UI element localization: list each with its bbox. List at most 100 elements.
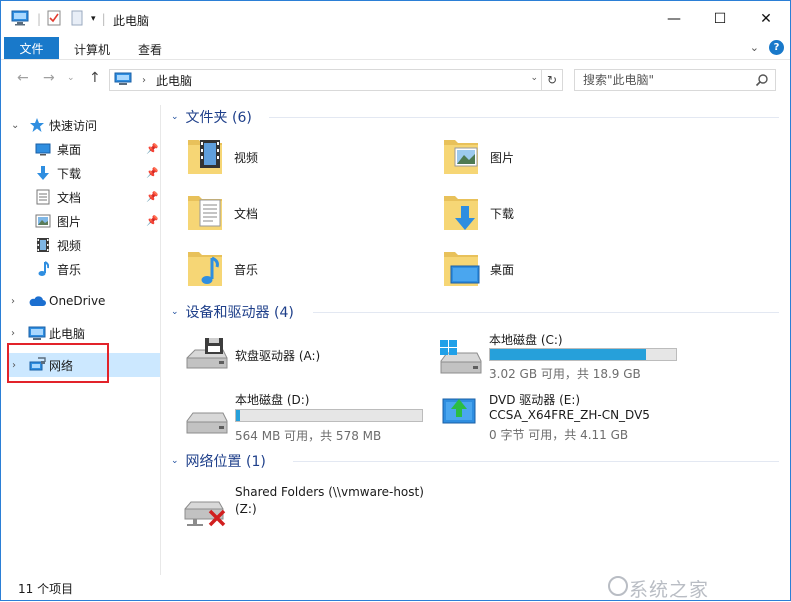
customize-dropdown-icon[interactable]: ▾ — [91, 14, 96, 24]
collapse-arrow-icon[interactable]: ⌄ — [171, 456, 179, 466]
sidebar-item-documents[interactable]: 文档 📌 — [1, 185, 160, 209]
drive-tile-floppy[interactable]: 软盘驱动器 (A:) — [183, 333, 423, 377]
group-divider — [293, 461, 779, 462]
folder-name: 桌面 — [490, 262, 515, 277]
folder-tile-downloads[interactable]: 下载 — [441, 193, 681, 233]
folder-tile-documents[interactable]: 文档 — [185, 193, 425, 233]
downloads-folder-icon — [441, 190, 481, 237]
window-title: 此电脑 — [113, 14, 150, 28]
pictures-folder-icon — [441, 134, 481, 181]
desktop-folder-icon — [441, 246, 481, 293]
sidebar-item-downloads[interactable]: 下载 📌 — [1, 161, 160, 185]
group-header-network[interactable]: ⌄ 网络位置 (1) — [171, 451, 781, 471]
pin-icon[interactable]: 📌 — [146, 168, 158, 179]
sidebar-item-music[interactable]: 音乐 — [1, 257, 160, 281]
tab-computer[interactable]: 计算机 — [74, 41, 110, 58]
computer-icon — [114, 72, 132, 89]
sidebar-item-label: 音乐 — [57, 262, 82, 277]
drive-free-space: 0 字节 可用，共 4.11 GB — [489, 428, 629, 442]
tab-file[interactable]: 文件 — [4, 37, 59, 59]
folder-tile-videos[interactable]: 视频 — [185, 137, 425, 177]
quick-access-toolbar: | ▾ | — [11, 9, 106, 29]
breadcrumb-separator[interactable]: › — [142, 75, 146, 86]
pin-icon[interactable]: 📌 — [146, 192, 158, 203]
sidebar-item-quick-access[interactable]: ⌄ 快速访问 — [1, 113, 160, 137]
film-icon — [36, 237, 50, 253]
breadcrumb-this-pc[interactable]: 此电脑 — [156, 72, 192, 89]
maximize-button[interactable]: ☐ — [697, 1, 743, 37]
music-note-icon — [37, 261, 49, 277]
group-title: 设备和驱动器 (4) — [185, 305, 294, 321]
sidebar-item-label: 下载 — [57, 166, 82, 181]
expanded-chevron-icon[interactable]: ⌄ — [11, 120, 19, 131]
sidebar-item-label: 视频 — [57, 238, 82, 253]
collapse-arrow-icon[interactable]: ⌄ — [171, 307, 179, 317]
drive-free-space: 564 MB 可用，共 578 MB — [235, 429, 382, 443]
sidebar-item-label: 图片 — [57, 214, 82, 229]
properties-icon[interactable] — [47, 10, 61, 29]
sidebar-item-label: 此电脑 — [49, 326, 86, 341]
title-bar: | ▾ | 此电脑 — ☐ ✕ — [1, 1, 790, 37]
floppy-drive-icon — [183, 334, 229, 377]
status-bar: 11 个项目 系统之家 — [1, 575, 790, 601]
dvd-drive-icon — [437, 393, 481, 432]
sidebar-item-label: 文档 — [57, 190, 82, 205]
drive-usage-bar — [235, 409, 423, 422]
drive-free-space: 3.02 GB 可用，共 18.9 GB — [489, 367, 641, 381]
search-input[interactable] — [583, 73, 753, 87]
minimize-button[interactable]: — — [651, 1, 697, 37]
ribbon-tabs: 文件 计算机 查看 ⌄ ? — [1, 37, 790, 60]
sidebar-item-videos[interactable]: 视频 — [1, 233, 160, 257]
watermark-logo-icon — [608, 576, 628, 596]
drive-tile-c[interactable]: 本地磁盘 (C:) 3.02 GB 可用，共 18.9 GB — [437, 329, 707, 381]
folder-name: 视频 — [234, 150, 259, 165]
picture-icon — [35, 214, 51, 228]
drive-tile-e[interactable]: DVD 驱动器 (E:) CCSA_X64FRE_ZH-CN_DV5 0 字节 … — [437, 389, 727, 445]
drive-usage-bar — [489, 348, 677, 361]
new-folder-icon[interactable] — [71, 10, 83, 29]
group-header-folders[interactable]: ⌄ 文件夹 (6) — [171, 107, 781, 127]
sidebar-item-label: 快速访问 — [49, 118, 98, 133]
drive-usage-fill — [236, 410, 240, 421]
group-header-devices[interactable]: ⌄ 设备和驱动器 (4) — [171, 302, 781, 322]
help-icon[interactable]: ? — [769, 40, 784, 55]
pin-icon[interactable]: 📌 — [146, 216, 158, 227]
back-button[interactable]: ← — [17, 70, 29, 86]
collapsed-chevron-icon[interactable]: › — [11, 296, 15, 307]
tab-view[interactable]: 查看 — [138, 41, 162, 58]
sidebar-item-onedrive[interactable]: › OneDrive — [1, 289, 160, 313]
group-title: 文件夹 (6) — [185, 110, 252, 126]
folder-tile-pictures[interactable]: 图片 — [441, 137, 681, 177]
sidebar-item-desktop[interactable]: 桌面 📌 — [1, 137, 160, 161]
sidebar-item-this-pc[interactable]: › 此电脑 — [1, 321, 160, 345]
pin-icon[interactable]: 📌 — [146, 144, 158, 155]
search-icon[interactable] — [755, 73, 769, 90]
sidebar-item-pictures[interactable]: 图片 📌 — [1, 209, 160, 233]
disconnected-network-drive-icon — [183, 489, 229, 532]
folder-tile-music[interactable]: 音乐 — [185, 249, 425, 289]
close-button[interactable]: ✕ — [743, 1, 789, 37]
group-divider — [313, 312, 779, 313]
cloud-icon — [28, 295, 46, 307]
drive-name: 本地磁盘 (C:) — [489, 333, 563, 347]
collapse-arrow-icon[interactable]: ⌄ — [171, 112, 179, 122]
forward-button[interactable]: → — [43, 70, 55, 86]
music-folder-icon — [185, 246, 225, 293]
volume-label: CCSA_X64FRE_ZH-CN_DV5 — [489, 408, 650, 422]
address-bar[interactable]: › 此电脑 ⌄ ↻ — [109, 69, 563, 91]
network-share-tile[interactable]: Shared Folders (\\vmware-host) (Z:) — [183, 481, 463, 529]
up-button[interactable]: ↑ — [89, 70, 101, 86]
navigation-pane: ⌄ 快速访问 桌面 📌 下载 📌 文档 📌 图片 📌 视频 音乐 › OneDr… — [1, 105, 161, 575]
sidebar-item-label: OneDrive — [49, 294, 106, 308]
search-box[interactable] — [574, 69, 776, 91]
computer-icon[interactable] — [11, 10, 29, 29]
ribbon-expand-icon[interactable]: ⌄ — [750, 41, 759, 54]
refresh-button[interactable]: ↻ — [541, 70, 562, 90]
drive-tile-d[interactable]: 本地磁盘 (D:) 564 MB 可用，共 578 MB — [183, 389, 453, 443]
collapsed-chevron-icon[interactable]: › — [11, 328, 15, 339]
address-dropdown-icon[interactable]: ⌄ — [530, 73, 538, 83]
computer-icon — [28, 326, 46, 341]
folder-tile-desktop[interactable]: 桌面 — [441, 249, 681, 289]
recent-locations-icon[interactable]: ⌄ — [67, 73, 75, 83]
folder-name: 文档 — [234, 206, 259, 221]
